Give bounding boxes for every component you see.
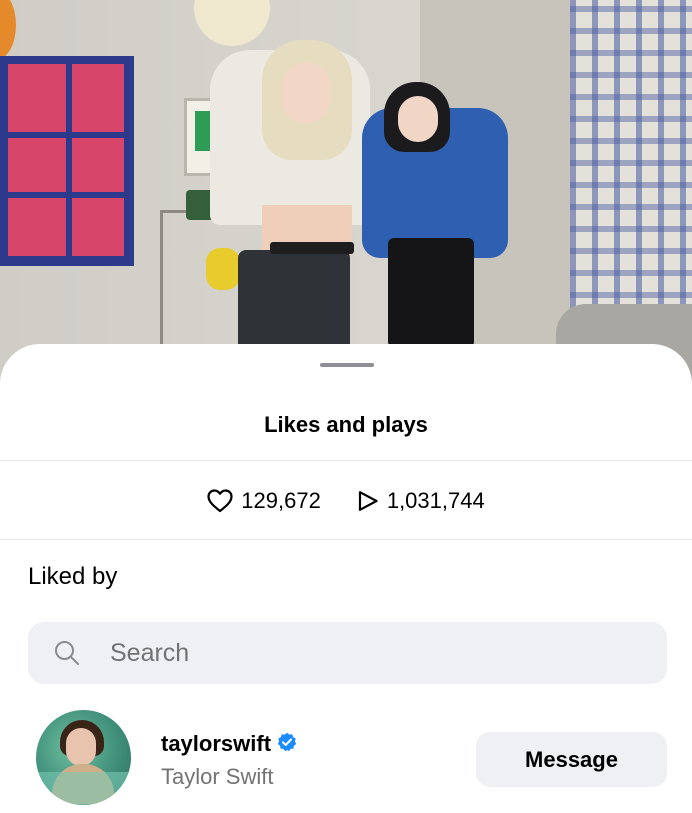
video-window	[0, 56, 134, 266]
heart-icon	[207, 489, 233, 513]
video-curtain	[570, 0, 692, 320]
search-input[interactable]	[110, 622, 630, 684]
username[interactable]: taylorswift	[161, 731, 271, 757]
stats-row: 129,672 1,031,744	[0, 484, 692, 518]
divider	[0, 460, 692, 461]
plays-count: 1,031,744	[357, 488, 485, 514]
full-name: Taylor Swift	[161, 764, 274, 789]
avatar[interactable]	[36, 710, 131, 805]
likes-and-plays-sheet: Likes and plays 129,672 1,031,744 Liked …	[0, 344, 692, 813]
plays-value: 1,031,744	[386, 488, 485, 513]
divider	[0, 539, 692, 540]
sheet-title: Likes and plays	[264, 412, 428, 437]
search-bar[interactable]	[28, 622, 667, 684]
likes-count: 129,672	[207, 488, 321, 514]
liked-by-heading: Liked by	[28, 563, 118, 590]
username-row: taylorswift	[161, 731, 297, 757]
verified-badge-icon	[277, 732, 297, 757]
message-button[interactable]: Message	[476, 732, 667, 787]
search-icon	[54, 640, 80, 671]
play-icon	[357, 489, 379, 513]
likes-value: 129,672	[241, 488, 321, 513]
sheet-drag-handle[interactable]	[320, 363, 374, 367]
video-vase	[206, 248, 240, 290]
user-list-item[interactable]: taylorswift Taylor Swift Message	[0, 708, 692, 808]
